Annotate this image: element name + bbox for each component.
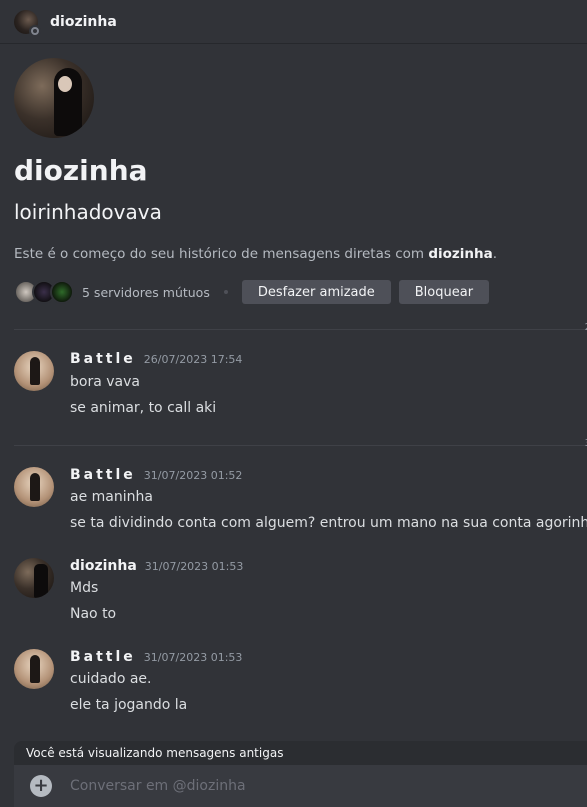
channel-header: diozinha [0, 0, 587, 44]
message-text: Nao to [70, 606, 117, 622]
dm-intro: diozinha loirinhadovava Este é o começo … [14, 58, 497, 304]
message-author[interactable]: diozinha [70, 558, 137, 574]
message-timestamp: 31/07/2023 01:52 [143, 469, 243, 482]
mutual-server-icon[interactable] [50, 280, 74, 304]
header-title[interactable]: diozinha [50, 14, 117, 30]
message-avatar[interactable] [14, 467, 54, 507]
message-composer[interactable]: + Conversar em @diozinha [14, 765, 587, 807]
mutual-servers-link[interactable]: 5 servidores mútuos [82, 285, 210, 300]
intro-description: Este é o começo do seu histórico de mens… [14, 246, 498, 262]
header-avatar[interactable] [14, 9, 41, 37]
message-author[interactable]: Battle [70, 649, 136, 665]
old-messages-bar[interactable]: Você está visualizando mensagens antigas [14, 741, 587, 765]
message-text: cuidado ae. [70, 671, 152, 687]
profile-username: loirinhadovava [14, 200, 162, 224]
status-offline-icon [29, 24, 41, 37]
message-text: se animar, to call aki [70, 400, 217, 416]
message-timestamp: 31/07/2023 01:53 [144, 560, 244, 573]
intro-description-name: diozinha [428, 246, 493, 262]
message-text: bora vava [70, 374, 140, 390]
plus-circle-icon[interactable]: + [30, 775, 52, 797]
profile-avatar[interactable] [14, 58, 94, 138]
profile-display-name: diozinha [14, 154, 148, 187]
separator-dot [223, 290, 228, 294]
message-input[interactable]: Conversar em @diozinha [70, 778, 246, 794]
message-author[interactable]: Battle [70, 467, 136, 483]
message-text: Mds [70, 580, 99, 596]
message-text: ae maninha [70, 489, 153, 505]
unfriend-button[interactable]: Desfazer amizade [241, 280, 391, 304]
block-button[interactable]: Bloquear [398, 280, 490, 304]
message-avatar[interactable] [14, 351, 54, 391]
message-author[interactable]: Battle [70, 351, 136, 367]
date-divider: 3 [14, 438, 587, 449]
message-text: se ta dividindo conta com alguem? entrou… [70, 515, 587, 531]
message-avatar[interactable] [14, 649, 54, 689]
message-avatar[interactable] [14, 558, 54, 598]
message-text: ele ta jogando la [70, 697, 188, 713]
date-divider: 2 [14, 322, 587, 333]
message-timestamp: 31/07/2023 01:53 [143, 651, 243, 664]
mutual-row: 5 servidores mútuos Desfazer amizade Blo… [14, 280, 497, 304]
message-timestamp: 26/07/2023 17:54 [143, 353, 243, 366]
